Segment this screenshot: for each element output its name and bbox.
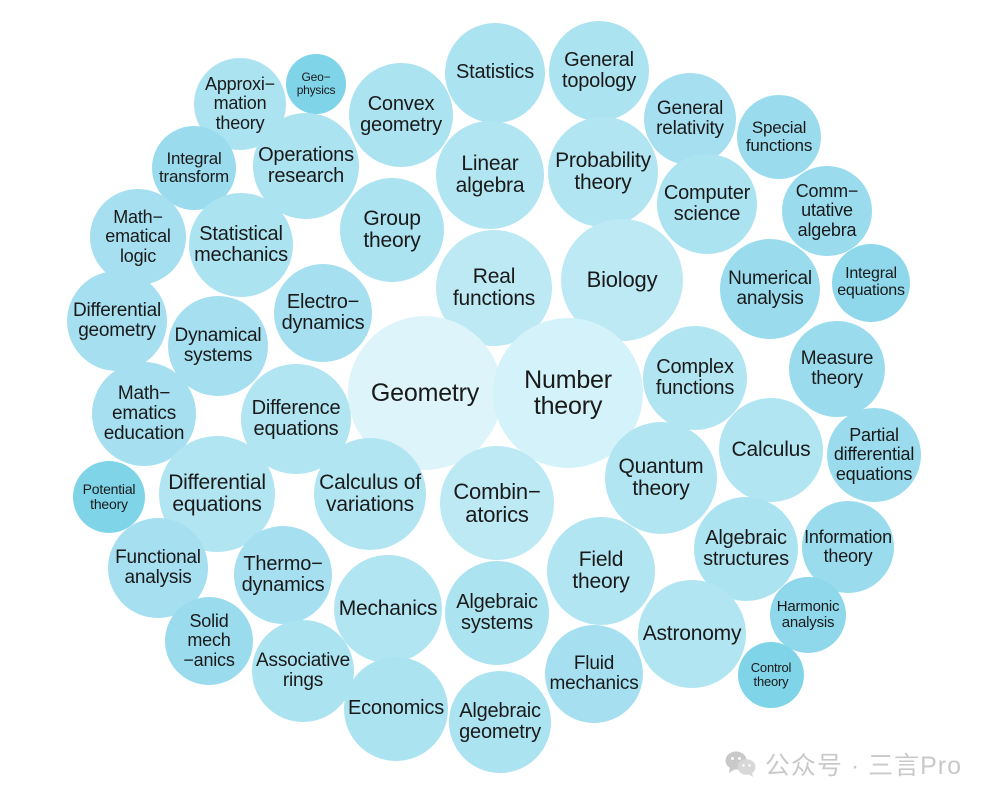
- bubble-label: Math− ematics education: [103, 382, 185, 445]
- bubble-label: Integral equations: [837, 265, 905, 299]
- bubble-control-theory[interactable]: Control theory: [738, 642, 804, 708]
- bubble-label: Differential equations: [168, 470, 266, 516]
- bubble-general-topology[interactable]: General topology: [549, 21, 649, 121]
- bubble-label: Geo− physics: [296, 70, 336, 97]
- bubble-solid-mechanics[interactable]: Solid mech −anics: [165, 597, 253, 685]
- bubble-algebraic-systems[interactable]: Algebraic systems: [445, 561, 549, 665]
- bubble-label: Combin− atorics: [453, 478, 541, 527]
- bubble-label: Differential geometry: [72, 299, 162, 341]
- bubble-electrodynamics[interactable]: Electro− dynamics: [274, 264, 372, 362]
- bubble-calculus-of-variations[interactable]: Calculus of variations: [314, 438, 426, 550]
- bubble-mechanics[interactable]: Mechanics: [334, 555, 442, 663]
- bubble-label: Probability theory: [555, 148, 651, 194]
- bubble-label: Calculus of variations: [319, 470, 421, 516]
- bubble-statistical-mechanics[interactable]: Statistical mechanics: [189, 193, 293, 297]
- bubble-label: Information theory: [804, 526, 892, 566]
- bubble-associative-rings[interactable]: Associative rings: [252, 620, 354, 722]
- bubble-label: Complex functions: [655, 355, 735, 399]
- bubble-commutative-algebra[interactable]: Comm− utative algebra: [782, 166, 872, 256]
- watermark: 公众号 · 三言Pro: [725, 746, 962, 782]
- bubble-label: Dynamical systems: [174, 324, 262, 366]
- bubble-label: Convex geometry: [360, 92, 442, 136]
- bubble-label: Special functions: [745, 117, 813, 155]
- bubble-thermodynamics[interactable]: Thermo− dynamics: [234, 526, 332, 624]
- bubble-label: Solid mech −anics: [183, 611, 235, 670]
- watermark-text: 公众号 · 三言Pro: [764, 752, 962, 780]
- bubble-label: Math− ematical logic: [105, 207, 171, 266]
- bubble-label: Calculus: [731, 437, 811, 461]
- bubble-measure-theory[interactable]: Measure theory: [789, 321, 885, 417]
- bubble-label: Real functions: [452, 264, 536, 310]
- bubble-label: Economics: [347, 697, 444, 720]
- bubble-computer-science[interactable]: Computer science: [657, 154, 757, 254]
- bubble-convex-geometry[interactable]: Convex geometry: [349, 63, 453, 167]
- bubble-label: Quantum theory: [618, 454, 704, 500]
- bubble-label: Integral transform: [159, 148, 229, 186]
- bubble-label: Harmonic analysis: [776, 598, 840, 631]
- bubble-label: Comm− utative algebra: [795, 181, 859, 240]
- bubble-label: Thermo− dynamics: [241, 552, 325, 596]
- bubble-label: General relativity: [656, 97, 724, 139]
- bubble-combinatorics[interactable]: Combin− atorics: [440, 446, 554, 560]
- bubble-probability-theory[interactable]: Probability theory: [548, 117, 658, 227]
- bubble-economics[interactable]: Economics: [344, 657, 448, 761]
- bubble-differential-geometry[interactable]: Differential geometry: [67, 271, 167, 371]
- bubble-label: Astronomy: [642, 621, 742, 645]
- bubble-label: Fluid mechanics: [549, 652, 639, 694]
- bubble-label: Difference equations: [251, 396, 341, 440]
- bubble-label: Measure theory: [800, 347, 874, 389]
- bubble-label: General topology: [561, 48, 636, 92]
- bubble-chart-canvas: Approxi− mation theory Geo− physics Convex…: [0, 0, 984, 796]
- bubble-linear-algebra[interactable]: Linear algebra: [436, 121, 544, 229]
- bubble-label: Linear algebra: [455, 151, 525, 197]
- bubble-geophysics[interactable]: Geo− physics: [286, 54, 346, 114]
- bubble-mathematical-logic[interactable]: Math− ematical logic: [90, 189, 186, 285]
- bubble-label: Geometry: [370, 378, 480, 407]
- bubble-fluid-mechanics[interactable]: Fluid mechanics: [545, 625, 643, 723]
- bubble-calculus[interactable]: Calculus: [719, 398, 823, 502]
- bubble-label: Potential theory: [82, 481, 136, 512]
- bubble-label: Field theory: [572, 547, 630, 593]
- bubble-label: Algebraic systems: [456, 590, 538, 634]
- bubble-label: Partial differential equations: [833, 425, 915, 484]
- bubble-astronomy[interactable]: Astronomy: [638, 580, 746, 688]
- bubble-label: Group theory: [363, 206, 421, 252]
- bubble-field-theory[interactable]: Field theory: [547, 517, 655, 625]
- bubble-statistics[interactable]: Statistics: [445, 23, 545, 123]
- bubble-label: Electro− dynamics: [281, 290, 365, 334]
- bubble-integral-equations[interactable]: Integral equations: [832, 244, 910, 322]
- bubble-label: Algebraic structures: [703, 526, 789, 570]
- bubble-label: Control theory: [750, 660, 792, 689]
- bubble-label: Associative rings: [256, 649, 350, 691]
- bubble-numerical-analysis[interactable]: Numerical analysis: [720, 239, 820, 339]
- bubble-label: Statistics: [455, 61, 535, 84]
- bubble-special-functions[interactable]: Special functions: [737, 95, 821, 179]
- bubble-label: Functional analysis: [115, 546, 201, 588]
- bubble-label: Computer science: [663, 181, 751, 225]
- bubble-potential-theory[interactable]: Potential theory: [73, 461, 145, 533]
- bubble-label: Numerical analysis: [728, 267, 812, 309]
- bubble-algebraic-geometry[interactable]: Algebraic geometry: [449, 671, 551, 773]
- bubble-partial-differential-equations[interactable]: Partial differential equations: [827, 408, 921, 502]
- bubble-label: Biology: [586, 267, 658, 293]
- bubble-label: Mechanics: [338, 596, 438, 620]
- bubble-quantum-theory[interactable]: Quantum theory: [605, 422, 717, 534]
- bubble-label: Statistical mechanics: [194, 222, 288, 266]
- bubble-label: Algebraic geometry: [459, 699, 541, 743]
- wechat-icon: [725, 751, 756, 777]
- bubble-label: Operations research: [258, 143, 354, 187]
- bubble-harmonic-analysis[interactable]: Harmonic analysis: [770, 577, 846, 653]
- bubble-group-theory[interactable]: Group theory: [340, 178, 444, 282]
- bubble-label: Number theory: [524, 365, 612, 420]
- bubble-general-relativity[interactable]: General relativity: [644, 73, 736, 165]
